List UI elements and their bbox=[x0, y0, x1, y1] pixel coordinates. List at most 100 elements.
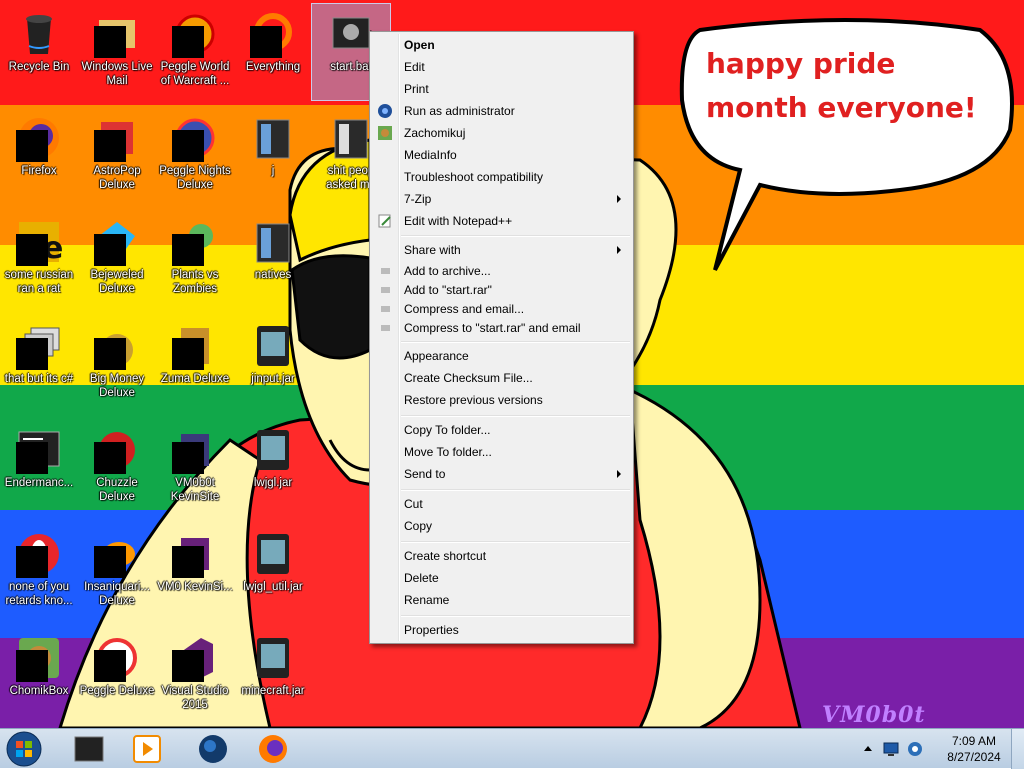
desktop-icon-astropop[interactable]: AstroPop Deluxe bbox=[78, 108, 156, 204]
menu-item-properties[interactable]: Properties bbox=[372, 619, 631, 641]
desktop-icon-label: ChomikBox bbox=[9, 685, 69, 697]
desktop-icon-jinput-jar[interactable]: jinput.jar bbox=[234, 316, 312, 412]
recycle-bin-icon bbox=[26, 15, 52, 54]
menu-item-label: Compress to "start.rar" and email bbox=[404, 321, 581, 335]
menu-separator bbox=[401, 415, 630, 417]
menu-item-appearance[interactable]: Appearance bbox=[372, 345, 631, 367]
menu-item-print[interactable]: Print bbox=[372, 78, 631, 100]
desktop-icon-bejeweled[interactable]: Bejeweled Deluxe bbox=[78, 212, 156, 308]
menu-item-create-checksum-file[interactable]: Create Checksum File... bbox=[372, 367, 631, 389]
taskbar-pinned-cmd[interactable] bbox=[62, 731, 116, 767]
menu-item-label: Edit with Notepad++ bbox=[404, 214, 513, 228]
desktop-icon-peggle-nights[interactable]: Peggle Nights Deluxe bbox=[156, 108, 234, 204]
desktop-icon-russian-rat[interactable]: e some russian ran a rat bbox=[0, 212, 78, 308]
show-desktop-button[interactable] bbox=[1011, 729, 1024, 769]
desktop-icon-endermanc[interactable]: Endermanc... bbox=[0, 420, 78, 516]
desktop-icon-none-of-you[interactable]: none of you retards kno... bbox=[0, 524, 78, 620]
menu-item-label: Move To folder... bbox=[404, 445, 492, 459]
menu-item-label: Open bbox=[404, 38, 435, 52]
desktop-icon-vm0-kevinsite[interactable]: VM0 KevinSi... bbox=[156, 524, 234, 620]
desktop-icon-big-money[interactable]: Big Money Deluxe bbox=[78, 316, 156, 412]
menu-item-run-as-administrator[interactable]: Run as administrator bbox=[372, 100, 631, 122]
desktop-icon-vm0b0t-kevinsite[interactable]: VM0b0t KevinSite bbox=[156, 420, 234, 516]
menu-item-share-with[interactable]: Share with bbox=[372, 239, 631, 261]
network-icon[interactable] bbox=[882, 740, 902, 758]
desktop-icon-chuzzle[interactable]: Chuzzle Deluxe bbox=[78, 420, 156, 516]
menu-item-delete[interactable]: Delete bbox=[372, 567, 631, 589]
desktop-icon-recycle-bin[interactable]: Recycle Bin bbox=[0, 4, 78, 100]
menu-item-mediainfo[interactable]: MediaInfo bbox=[372, 144, 631, 166]
menu-item-zachomikuj[interactable]: Zachomikuj bbox=[372, 122, 631, 144]
desktop-icon-label: Recycle Bin bbox=[8, 61, 70, 73]
jar-file-icon bbox=[257, 534, 289, 574]
menu-item-label: Compress and email... bbox=[404, 302, 525, 316]
menu-item-create-shortcut[interactable]: Create shortcut bbox=[372, 545, 631, 567]
menu-item-compress-to-rar-and-email[interactable]: Compress to "start.rar" and email bbox=[372, 317, 631, 339]
censor-block bbox=[172, 26, 204, 58]
desktop-icon-lwjgl-jar[interactable]: lwjgl.jar bbox=[234, 420, 312, 516]
desktop-icon-visual-studio-2015[interactable]: Visual Studio 2015 bbox=[156, 628, 234, 724]
menu-item-label: Troubleshoot compatibility bbox=[404, 170, 543, 184]
desktop-icon-folder-j[interactable]: j bbox=[234, 108, 312, 204]
menu-item-rename[interactable]: Rename bbox=[372, 589, 631, 611]
desktop-icon-label: Peggle Deluxe bbox=[79, 685, 155, 697]
desktop-icon-plants-vs-zombies[interactable]: Plants vs Zombies bbox=[156, 212, 234, 308]
menu-item-cut[interactable]: Cut bbox=[372, 493, 631, 515]
censor-block bbox=[16, 650, 48, 682]
menu-item-copy[interactable]: Copy bbox=[372, 515, 631, 537]
folder-icon bbox=[334, 119, 368, 159]
desktop-icon-everything[interactable]: Everything bbox=[234, 4, 312, 100]
desktop-icon-folder-natives[interactable]: natives bbox=[234, 212, 312, 308]
menu-item-edit[interactable]: Edit bbox=[372, 56, 631, 78]
desktop-icon-peggle-wow[interactable]: Peggle World of Warcraft ... bbox=[156, 4, 234, 100]
volume-icon[interactable] bbox=[906, 740, 926, 758]
censor-block bbox=[94, 650, 126, 682]
taskbar-pinned-media-player[interactable] bbox=[120, 731, 174, 767]
desktop-icon-label: Visual Studio 2015 bbox=[161, 685, 229, 711]
censor-block bbox=[94, 234, 126, 266]
menu-item-label: Send to bbox=[404, 467, 446, 481]
desktop-icon-label: Endermanc... bbox=[4, 477, 74, 489]
menu-item-label: Share with bbox=[404, 243, 461, 257]
show-hidden-icons-icon[interactable] bbox=[862, 743, 874, 755]
desktop-icon-windows-live-mail[interactable]: Windows Live Mail bbox=[78, 4, 156, 100]
clock-date[interactable]: 8/27/2024 bbox=[934, 750, 1014, 764]
menu-item-open[interactable]: Open bbox=[372, 34, 631, 56]
desktop-icon-lwjgl-util-jar[interactable]: lwjgl_util.jar bbox=[234, 524, 312, 620]
start-button[interactable] bbox=[4, 730, 44, 768]
desktop-icon-label: some russian ran a rat bbox=[4, 269, 74, 295]
menu-item-label: Add to archive... bbox=[404, 264, 491, 278]
desktop-icon-label: VM0b0t KevinSite bbox=[170, 477, 220, 503]
media-player-icon bbox=[133, 735, 161, 763]
censor-block bbox=[172, 546, 204, 578]
menu-item-copy-to-folder[interactable]: Copy To folder... bbox=[372, 419, 631, 441]
desktop-icon-minecraft-jar[interactable]: minecraft.jar bbox=[234, 628, 312, 724]
desktop-icon-label: Peggle Nights Deluxe bbox=[159, 165, 231, 191]
menu-item-7zip[interactable]: 7-Zip bbox=[372, 188, 631, 210]
menu-separator bbox=[401, 615, 630, 617]
desktop-icon-label: Plants vs Zombies bbox=[171, 269, 219, 295]
archive-icon bbox=[381, 325, 390, 331]
submenu-arrow-icon bbox=[617, 470, 621, 478]
menu-item-edit-with-notepad[interactable]: Edit with Notepad++ bbox=[372, 210, 631, 232]
menu-item-restore-previous-versions[interactable]: Restore previous versions bbox=[372, 389, 631, 411]
archive-icon bbox=[381, 287, 390, 293]
menu-item-move-to-folder[interactable]: Move To folder... bbox=[372, 441, 631, 463]
taskbar-pinned-globe[interactable] bbox=[186, 731, 240, 767]
desktop-icon-insaniquarium[interactable]: Insaniquari... Deluxe bbox=[78, 524, 156, 620]
desktop-icon-that-but-its-csharp[interactable]: that but its c# bbox=[0, 316, 78, 412]
clock-time[interactable]: 7:09 AM bbox=[934, 734, 1014, 748]
taskbar-pinned-firefox[interactable] bbox=[246, 731, 300, 767]
censor-block bbox=[16, 338, 48, 370]
desktop-icon-peggle-deluxe[interactable]: Peggle Deluxe bbox=[78, 628, 156, 724]
desktop-icon-label: lwjgl_util.jar bbox=[243, 581, 303, 593]
desktop-icon-chomikbox[interactable]: ChomikBox bbox=[0, 628, 78, 724]
desktop-icon-firefox[interactable]: Firefox bbox=[0, 108, 78, 204]
menu-item-troubleshoot-compatibility[interactable]: Troubleshoot compatibility bbox=[372, 166, 631, 188]
submenu-arrow-icon bbox=[617, 246, 621, 254]
jar-file-icon bbox=[257, 430, 289, 470]
menu-item-label: Cut bbox=[404, 497, 423, 511]
menu-item-send-to[interactable]: Send to bbox=[372, 463, 631, 485]
desktop-icon-zuma[interactable]: Zuma Deluxe bbox=[156, 316, 234, 412]
desktop-icon-label: Zuma Deluxe bbox=[160, 373, 230, 385]
